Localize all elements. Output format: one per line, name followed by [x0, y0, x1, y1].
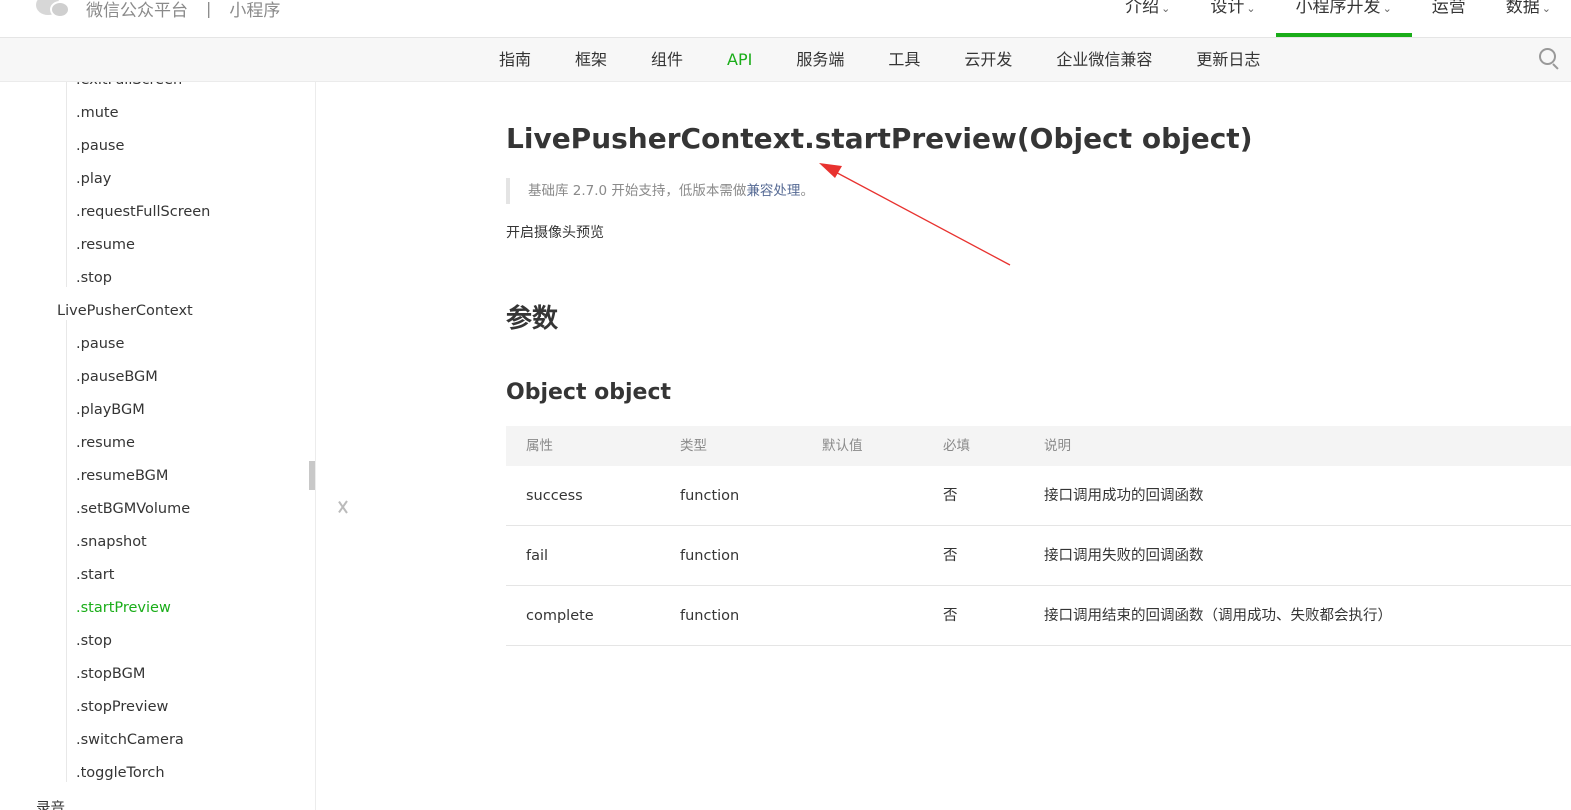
sidebar-item[interactable]: .requestFullScreen [66, 188, 210, 221]
brand[interactable]: 微信公众平台 | 小程序 [36, 0, 280, 22]
table-cell: 接口调用失败的回调函数 [1044, 548, 1204, 564]
sub-nav-tab[interactable]: 企业微信兼容 [1034, 38, 1174, 82]
table-cell: complete [526, 608, 594, 624]
table-cell: 否 [943, 608, 958, 624]
sidebar-item[interactable]: LivePusherContext [57, 303, 193, 319]
object-heading: Object object [506, 380, 672, 405]
sub-nav-tab[interactable]: 云开发 [942, 38, 1034, 82]
sidebar-item[interactable]: 录音 [36, 797, 65, 810]
table-cell: 接口调用结束的回调函数（调用成功、失败都会执行） [1044, 608, 1392, 624]
sidebar-item[interactable]: .play [66, 155, 111, 188]
sub-nav-items: 指南 框架 组件 API 服务端 工具 云开发 企业微信兼容 更新日志 [477, 38, 1282, 82]
sub-nav-tab[interactable]: 组件 [629, 38, 705, 82]
version-note-suffix: 。 [800, 183, 814, 199]
table-cell: 否 [943, 548, 958, 564]
table-header-cell: 必填 [943, 438, 970, 454]
sub-nav-tab[interactable]: 服务端 [774, 38, 866, 82]
sidebar-item[interactable]: .stopPreview [66, 683, 168, 716]
table-cell: 否 [943, 488, 958, 504]
sidebar-item[interactable]: .pause [66, 122, 124, 155]
sidebar-item[interactable]: .setBGMVolume [66, 485, 190, 518]
main-content: LivePusherContext.startPreview(Object ob… [506, 82, 1571, 810]
table-header-cell: 类型 [680, 438, 707, 454]
table-header-row: 属性 类型 默认值 必填 说明 [506, 426, 1571, 466]
sidebar-item[interactable]: .exitFullScreen [66, 82, 182, 89]
table-header-cell: 说明 [1044, 438, 1071, 454]
top-nav-item[interactable]: 运营 [1412, 0, 1486, 38]
top-nav-item[interactable]: 数据 ⌄ [1486, 0, 1571, 38]
version-note: 基础库 2.7.0 开始支持，低版本需做兼容处理。 [506, 178, 814, 204]
params-table: 属性 类型 默认值 必填 说明 success function 否 接口调用成功的回调函数 fa… [506, 426, 1571, 646]
sidebar-scrollbar[interactable] [309, 461, 315, 490]
compat-link[interactable]: 兼容处理 [746, 183, 800, 199]
table-row: success function 否 接口调用成功的回调函数 [506, 466, 1571, 526]
sidebar-item[interactable]: .mute [66, 89, 119, 122]
chevron-down-icon: ⌄ [1246, 2, 1256, 15]
top-nav-label: 数据 [1505, 0, 1540, 17]
top-nav-label: 小程序开发 [1295, 0, 1381, 17]
top-nav-item[interactable]: 介绍 ⌄ [1105, 0, 1190, 38]
brand-separator: | [206, 0, 212, 18]
sidebar-item[interactable]: .start [66, 551, 114, 584]
table-cell: function [680, 608, 740, 624]
table-cell: function [680, 488, 740, 504]
top-nav-label: 运营 [1431, 0, 1466, 17]
sub-nav-tab[interactable]: 框架 [553, 38, 629, 82]
sidebar-item[interactable]: .startPreview [66, 584, 171, 617]
table-row: complete function 否 接口调用结束的回调函数（调用成功、失败都会执行… [506, 586, 1571, 646]
top-nav: 介绍 ⌄ 设计 ⌄ 小程序开发 ⌄ 运营 数据 ⌄ [1105, 0, 1571, 38]
top-nav-label: 设计 [1210, 0, 1245, 17]
table-header-cell: 属性 [526, 438, 553, 454]
api-description: 开启摄像头预览 [506, 225, 604, 241]
top-nav-item[interactable]: 小程序开发 ⌄ [1275, 0, 1413, 38]
top-nav-item[interactable]: 设计 ⌄ [1190, 0, 1275, 38]
wechat-logo-icon [36, 0, 72, 21]
top-nav-label: 介绍 [1125, 0, 1160, 17]
sub-nav-tab[interactable]: 指南 [477, 38, 553, 82]
page-title: LivePusherContext.startPreview(Object ob… [506, 122, 1253, 155]
top-header: 微信公众平台 | 小程序 介绍 ⌄ 设计 ⌄ 小程序开发 ⌄ 运营 数据 ⌄ [0, 0, 1571, 38]
sidebar-item[interactable]: .pauseBGM [66, 353, 158, 386]
sidebar-item[interactable]: .snapshot [66, 518, 147, 551]
sidebar-item[interactable]: .resume [66, 419, 135, 452]
sidebar-item[interactable]: .stop [66, 254, 112, 287]
sidebar-item[interactable]: .stop [66, 617, 112, 650]
sidebar-item[interactable]: .playBGM [66, 386, 145, 419]
table-row: fail function 否 接口调用失败的回调函数 [506, 526, 1571, 586]
table-cell: function [680, 548, 740, 564]
table-cell: 接口调用成功的回调函数 [1044, 488, 1204, 504]
chevron-down-icon: ⌄ [1382, 2, 1392, 15]
version-note-text: 基础库 2.7.0 开始支持，低版本需做 [528, 183, 747, 199]
chevron-down-icon: ⌄ [1541, 2, 1551, 15]
sidebar-item[interactable]: .stopBGM [66, 650, 145, 683]
table-header-cell: 默认值 [822, 438, 863, 454]
sub-nav-tab[interactable]: 工具 [866, 38, 942, 82]
sidebar-item[interactable]: .toggleTorch [66, 749, 165, 782]
sidebar-item[interactable]: .resume [66, 221, 135, 254]
sub-nav: 指南 框架 组件 API 服务端 工具 云开发 企业微信兼容 更新日志 [0, 38, 1571, 82]
sidebar-item[interactable]: .resumeBGM [66, 452, 168, 485]
sidebar: .exitFullScreen.mute.pause.play.requestF… [0, 82, 316, 810]
product-name: 小程序 [229, 0, 281, 21]
table-cell: fail [526, 548, 549, 564]
chevron-down-icon: ⌄ [1161, 2, 1171, 15]
params-heading: 参数 [506, 304, 559, 334]
sidebar-item[interactable]: .switchCamera [66, 716, 184, 749]
search-icon[interactable] [1539, 48, 1561, 70]
table-cell: success [526, 488, 583, 504]
sidebar-item[interactable]: .pause [66, 320, 124, 353]
sub-nav-tab[interactable]: API [705, 38, 774, 82]
collapse-sidebar-chevron-icon[interactable] [331, 492, 351, 522]
brand-name: 微信公众平台 [86, 0, 188, 21]
sub-nav-tab[interactable]: 更新日志 [1174, 38, 1282, 82]
